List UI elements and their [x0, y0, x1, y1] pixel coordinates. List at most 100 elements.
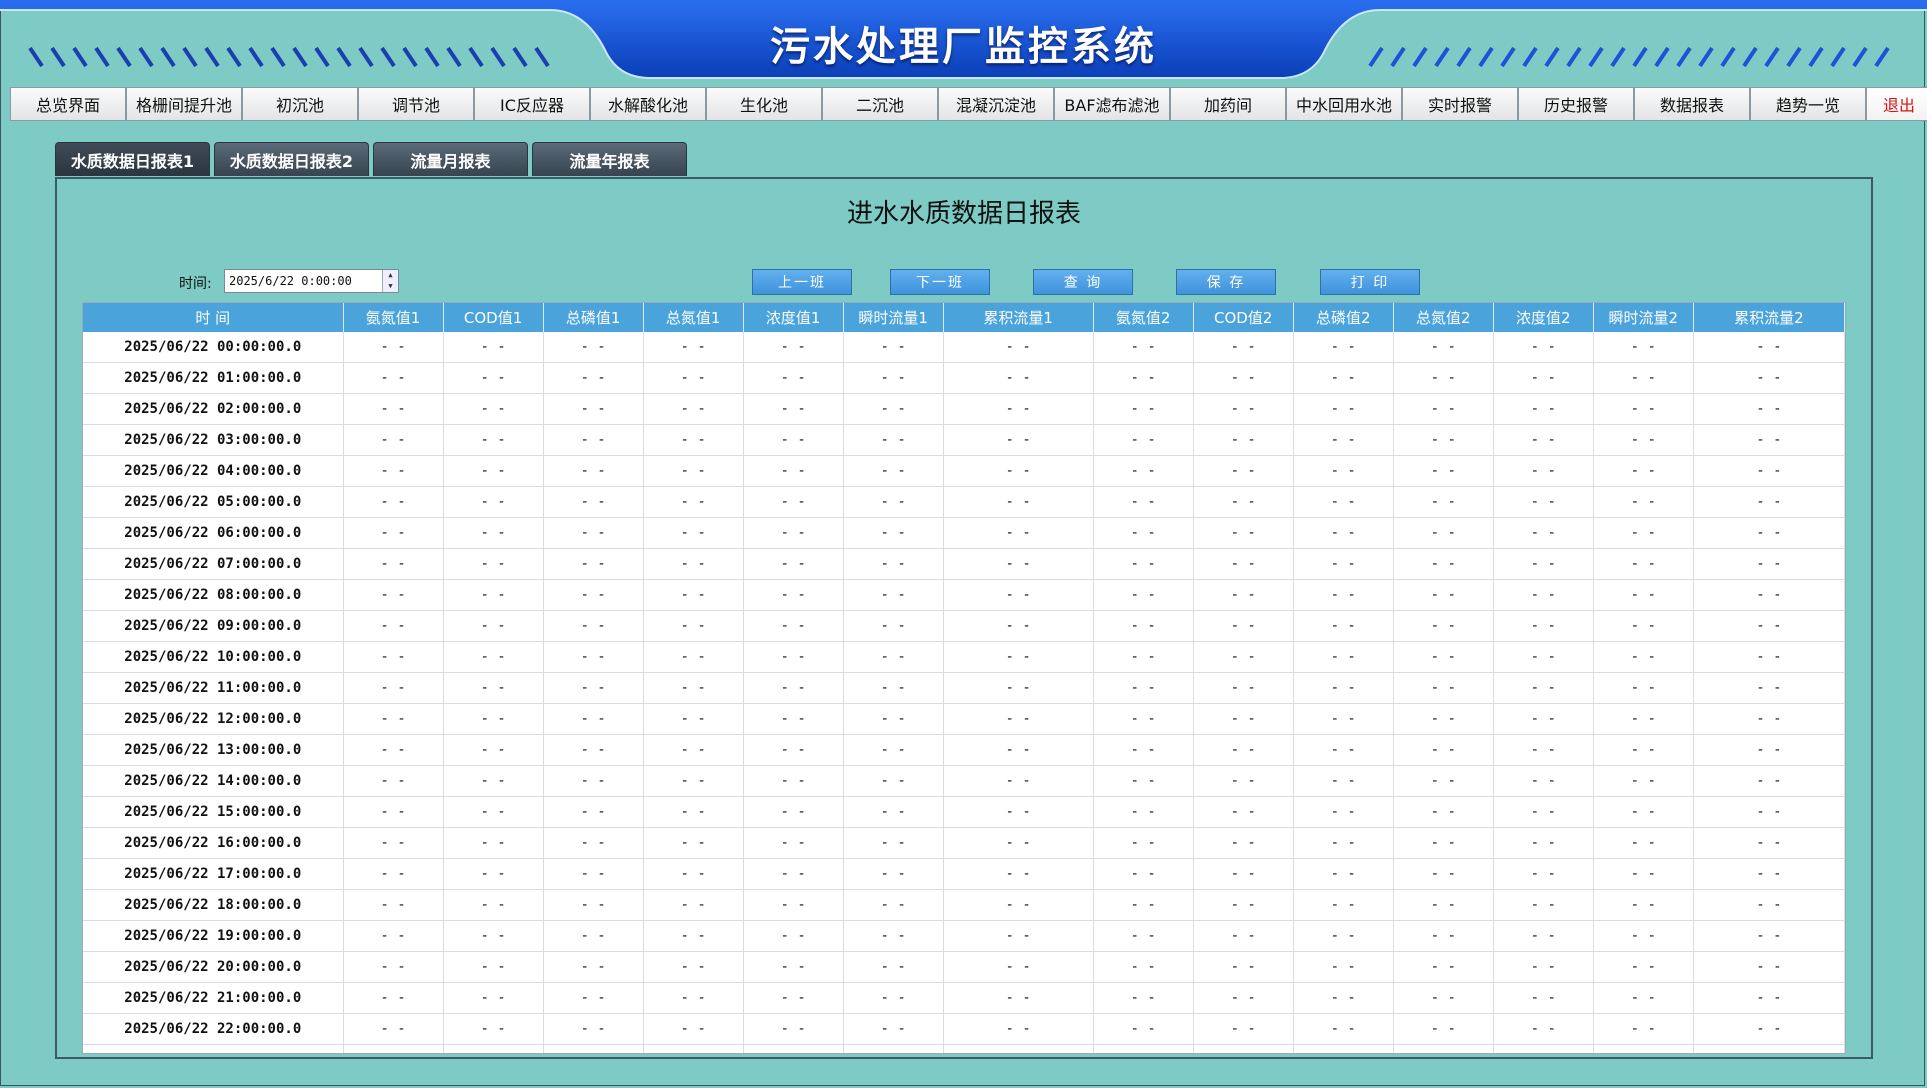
table-cell: - -: [743, 393, 844, 425]
table-row[interactable]: 2025/06/22 08:00:00.0- -- -- -- -- -- --…: [83, 579, 1845, 611]
spin-up-icon[interactable]: ▲: [383, 270, 398, 281]
nav-item[interactable]: 混凝沉淀池: [938, 87, 1054, 121]
table-cell: - -: [943, 486, 1094, 518]
table-row[interactable]: 2025/06/22 15:00:00.0- -- -- -- -- -- --…: [83, 796, 1845, 828]
table-row[interactable]: 2025/06/22 16:00:00.0- -- -- -- -- -- --…: [83, 827, 1845, 859]
table-cell: - -: [743, 920, 844, 952]
table-row[interactable]: 2025/06/22 23:00:00.0- -- -- -- -- -- --…: [83, 1044, 1845, 1053]
table-cell: - -: [1393, 734, 1494, 766]
table-row[interactable]: 2025/06/22 02:00:00.0- -- -- -- -- -- --…: [83, 393, 1845, 425]
table-cell: - -: [1593, 332, 1694, 363]
table-cell: - -: [643, 579, 744, 611]
table-cell: - -: [1093, 641, 1194, 673]
table-cell: - -: [1493, 920, 1594, 952]
table-cell: - -: [443, 548, 544, 580]
table-cell: - -: [1693, 920, 1845, 952]
print-button[interactable]: 打 印: [1320, 269, 1420, 295]
report-tab[interactable]: 流量年报表: [532, 142, 687, 176]
table-cell: - -: [743, 610, 844, 642]
next-shift-button[interactable]: 下一班: [890, 269, 990, 295]
table-row[interactable]: 2025/06/22 13:00:00.0- -- -- -- -- -- --…: [83, 734, 1845, 766]
table-row[interactable]: 2025/06/22 04:00:00.0- -- -- -- -- -- --…: [83, 455, 1845, 487]
table-cell: - -: [1193, 486, 1294, 518]
nav-item[interactable]: 历史报警: [1518, 87, 1634, 121]
table-cell: - -: [1193, 734, 1294, 766]
table-header-row: 时 间氨氮值1 COD值1 总磷值1 总氮值1 浓度值1 瞬时流量1 累积流量1 氨氮值2 CO…: [83, 303, 1845, 332]
table-cell: - -: [1293, 517, 1394, 549]
table-cell: - -: [743, 796, 844, 828]
exit-button[interactable]: 退出: [1866, 87, 1927, 121]
nav-item[interactable]: 趋势一览: [1750, 87, 1866, 121]
prev-shift-button[interactable]: 上一班: [752, 269, 852, 295]
time-spinner[interactable]: ▲ ▼: [382, 270, 398, 292]
nav-item[interactable]: 格栅间提升池: [126, 87, 242, 121]
table-row[interactable]: 2025/06/22 11:00:00.0- -- -- -- -- -- --…: [83, 672, 1845, 704]
table-row[interactable]: 2025/06/22 00:00:00.0- -- -- -- -- -- --…: [83, 332, 1845, 363]
table-cell: - -: [1393, 672, 1494, 704]
table-cell: - -: [843, 393, 944, 425]
table-row[interactable]: 2025/06/22 09:00:00.0- -- -- -- -- -- --…: [83, 610, 1845, 642]
nav-item[interactable]: 实时报警: [1402, 87, 1518, 121]
table-cell: - -: [643, 951, 744, 983]
table-cell: - -: [1093, 579, 1194, 611]
table-cell: - -: [343, 641, 444, 673]
table-cell: - -: [1193, 765, 1294, 797]
table-cell: - -: [1293, 610, 1394, 642]
table-cell: - -: [943, 517, 1094, 549]
table-row[interactable]: 2025/06/22 20:00:00.0- -- -- -- -- -- --…: [83, 951, 1845, 983]
table-cell: - -: [1693, 703, 1845, 735]
table-cell: - -: [643, 796, 744, 828]
table-row[interactable]: 2025/06/22 05:00:00.0- -- -- -- -- -- --…: [83, 486, 1845, 518]
nav-item[interactable]: 生化池: [706, 87, 822, 121]
save-button[interactable]: 保 存: [1176, 269, 1276, 295]
table-cell: - -: [343, 734, 444, 766]
nav-item[interactable]: 水解酸化池: [590, 87, 706, 121]
table-cell: - -: [1693, 1044, 1845, 1053]
table-row[interactable]: 2025/06/22 07:00:00.0- -- -- -- -- -- --…: [83, 548, 1845, 580]
table-row[interactable]: 2025/06/22 12:00:00.0- -- -- -- -- -- --…: [83, 703, 1845, 735]
table-row[interactable]: 2025/06/22 03:00:00.0- -- -- -- -- -- --…: [83, 424, 1845, 456]
spin-down-icon[interactable]: ▼: [383, 281, 398, 292]
nav-item[interactable]: BAF滤布滤池: [1054, 87, 1170, 121]
nav-item[interactable]: 初沉池: [242, 87, 358, 121]
table-row[interactable]: 2025/06/22 19:00:00.0- -- -- -- -- -- --…: [83, 920, 1845, 952]
table-cell: - -: [1093, 827, 1194, 859]
table-cell: - -: [1593, 920, 1694, 952]
table-row[interactable]: 2025/06/22 22:00:00.0- -- -- -- -- -- --…: [83, 1013, 1845, 1045]
nav-item[interactable]: 调节池: [358, 87, 474, 121]
table-row[interactable]: 2025/06/22 21:00:00.0- -- -- -- -- -- --…: [83, 982, 1845, 1014]
table-row[interactable]: 2025/06/22 18:00:00.0- -- -- -- -- -- --…: [83, 889, 1845, 921]
table-cell: - -: [1493, 610, 1594, 642]
table-cell: - -: [543, 765, 644, 797]
query-button[interactable]: 查 询: [1033, 269, 1133, 295]
nav-item[interactable]: 加药间: [1170, 87, 1286, 121]
time-picker[interactable]: 2025/6/22 0:00:00 ▲ ▼: [224, 269, 399, 293]
table-row[interactable]: 2025/06/22 01:00:00.0- -- -- -- -- -- --…: [83, 362, 1845, 394]
nav-item[interactable]: IC反应器: [474, 87, 590, 121]
table-cell: - -: [843, 610, 944, 642]
nav-item[interactable]: 数据报表: [1634, 87, 1750, 121]
table-row[interactable]: 2025/06/22 10:00:00.0- -- -- -- -- -- --…: [83, 641, 1845, 673]
table-cell: - -: [643, 641, 744, 673]
nav-item[interactable]: 中水回用水池: [1286, 87, 1402, 121]
table-row[interactable]: 2025/06/22 17:00:00.0- -- -- -- -- -- --…: [83, 858, 1845, 890]
table-cell: - -: [743, 734, 844, 766]
table-row[interactable]: 2025/06/22 06:00:00.0- -- -- -- -- -- --…: [83, 517, 1845, 549]
nav-item[interactable]: 二沉池: [822, 87, 938, 121]
table-cell: - -: [543, 1044, 644, 1053]
table-row[interactable]: 2025/06/22 14:00:00.0- -- -- -- -- -- --…: [83, 765, 1845, 797]
report-tab[interactable]: 流量月报表: [373, 142, 528, 176]
table-cell: - -: [843, 827, 944, 859]
report-tab[interactable]: 水质数据日报表2: [214, 142, 369, 176]
table-cell: - -: [1693, 1013, 1845, 1045]
table-cell: - -: [1093, 1013, 1194, 1045]
report-tab[interactable]: 水质数据日报表1: [55, 142, 210, 176]
table-cell: - -: [1593, 672, 1694, 704]
table-cell: - -: [1293, 858, 1394, 890]
table-cell: - -: [1393, 579, 1494, 611]
table-cell: - -: [1293, 393, 1394, 425]
nav-item[interactable]: 总览界面: [10, 87, 126, 121]
table-cell: - -: [343, 517, 444, 549]
report-table[interactable]: 时 间氨氮值1 COD值1 总磷值1 总氮值1 浓度值1 瞬时流量1 累积流量1 氨氮值2 CO…: [82, 302, 1846, 1054]
app-title: 污水处理厂监控系统: [770, 24, 1157, 70]
